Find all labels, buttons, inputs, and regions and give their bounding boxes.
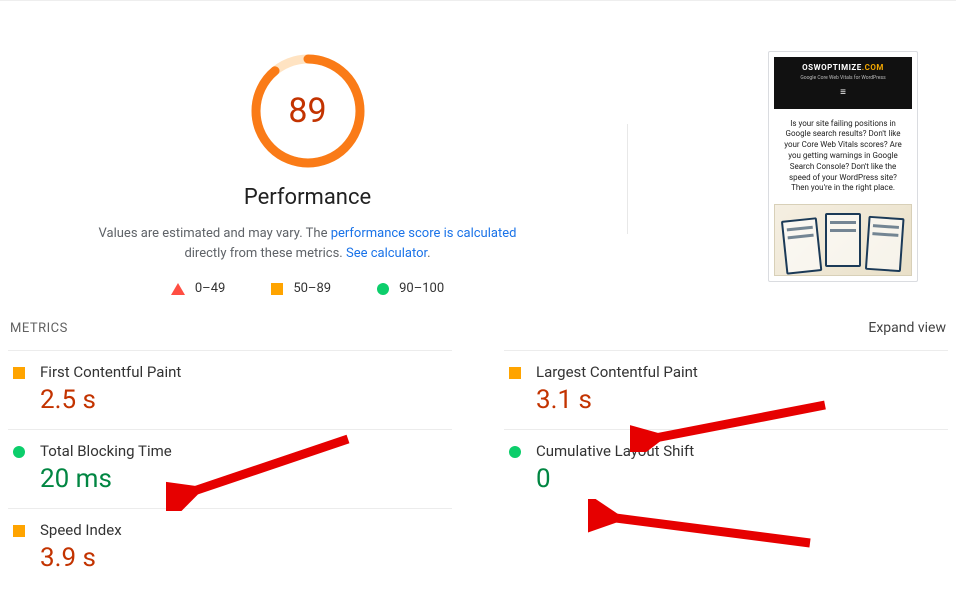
square-orange-icon — [508, 363, 522, 415]
performance-gauge: 89 — [248, 51, 368, 171]
preview-image — [774, 204, 912, 276]
circle-green-icon — [12, 442, 26, 494]
metric-name: First Contentful Paint — [40, 363, 448, 381]
metrics-label: METRICS — [10, 321, 68, 336]
preview-body-text: Is your site failing positions in Google… — [774, 109, 912, 205]
metric-value: 3.1 s — [536, 385, 944, 415]
summary-row: 89 Performance Values are estimated and … — [8, 11, 948, 296]
metric-value: 3.9 s — [40, 543, 448, 573]
gauge-score: 89 — [248, 51, 368, 171]
metric-fcp[interactable]: First Contentful Paint 2.5 s — [8, 350, 452, 429]
gauge-title: Performance — [244, 185, 371, 210]
gauge-desc-suffix: . — [427, 246, 430, 261]
metric-cls[interactable]: Cumulative Layout Shift 0 — [504, 429, 948, 508]
metric-tbt[interactable]: Total Blocking Time 20 ms — [8, 429, 452, 508]
hamburger-icon: ≡ — [778, 87, 908, 99]
gauge-desc-text2: directly from these metrics. — [184, 246, 346, 261]
metric-name: Largest Contentful Paint — [536, 363, 944, 381]
preview-brand-dom: .COM — [862, 63, 884, 72]
metrics-grid: First Contentful Paint 2.5 s Largest Con… — [8, 350, 948, 587]
square-orange-icon — [271, 283, 283, 295]
metric-name: Speed Index — [40, 521, 448, 539]
preview-brand: OSWOPTIMIZE.COM — [778, 63, 908, 73]
preview-brand-main: OSWOPTIMIZE — [802, 63, 862, 72]
see-calculator-link[interactable]: See calculator — [346, 246, 427, 261]
preview-brand-sub: Google Core Web Vitals for WordPress — [778, 75, 908, 81]
wireframe-icon — [781, 217, 822, 274]
metrics-header: METRICS Expand view — [8, 320, 948, 336]
metric-name: Total Blocking Time — [40, 442, 448, 460]
legend-average-label: 50–89 — [293, 281, 331, 296]
site-preview-card[interactable]: OSWOPTIMIZE.COM Google Core Web Vitals f… — [768, 51, 918, 282]
score-calc-link[interactable]: performance score is calculated — [331, 226, 517, 241]
circle-green-icon — [377, 283, 389, 295]
metric-value: 20 ms — [40, 464, 448, 494]
legend-fail: 0–49 — [171, 281, 225, 296]
metric-si[interactable]: Speed Index 3.9 s — [8, 508, 452, 587]
square-orange-icon — [12, 363, 26, 415]
metric-name: Cumulative Layout Shift — [536, 442, 944, 460]
expand-view-toggle[interactable]: Expand view — [868, 320, 946, 336]
metric-lcp[interactable]: Largest Contentful Paint 3.1 s — [504, 350, 948, 429]
gauge-column: 89 Performance Values are estimated and … — [8, 11, 607, 296]
vertical-separator — [627, 124, 628, 234]
preview-column: OSWOPTIMIZE.COM Google Core Web Vitals f… — [648, 11, 948, 282]
metric-value: 0 — [536, 464, 944, 494]
legend-pass-label: 90–100 — [399, 281, 444, 296]
wireframe-icon — [865, 216, 905, 272]
preview-header: OSWOPTIMIZE.COM Google Core Web Vitals f… — [774, 57, 912, 109]
triangle-red-icon — [171, 283, 185, 295]
circle-green-icon — [508, 442, 522, 494]
legend-pass: 90–100 — [377, 281, 444, 296]
legend-fail-label: 0–49 — [195, 281, 225, 296]
gauge-desc-text: Values are estimated and may vary. The — [99, 226, 331, 241]
legend-average: 50–89 — [271, 281, 331, 296]
wireframe-icon — [825, 213, 861, 267]
score-legend: 0–49 50–89 90–100 — [171, 281, 444, 296]
square-orange-icon — [12, 521, 26, 573]
metric-value: 2.5 s — [40, 385, 448, 415]
gauge-description: Values are estimated and may vary. The p… — [98, 224, 518, 263]
